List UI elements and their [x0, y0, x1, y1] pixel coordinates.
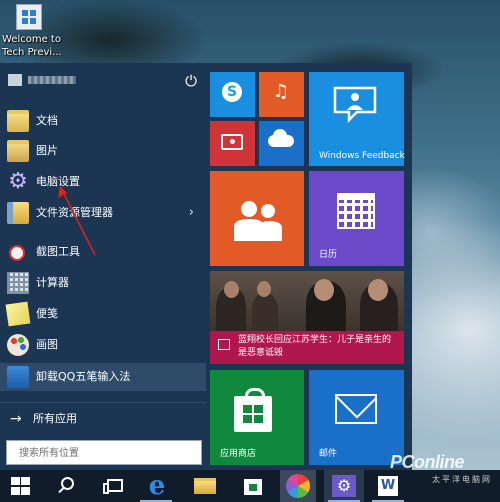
menu-item-calculator[interactable]: 计算器	[0, 269, 206, 297]
file-explorer-button[interactable]	[184, 470, 224, 502]
menu-item-paint[interactable]: 画图	[0, 331, 206, 359]
folder-icon	[194, 478, 216, 494]
menu-item-label: 文档	[36, 114, 58, 127]
menu-item-file-explorer[interactable]: 文件资源管理器 ›	[0, 199, 206, 227]
taskbar-search-button[interactable]	[48, 470, 88, 502]
menu-item-sticky-notes[interactable]: 便笺	[0, 300, 206, 328]
sticky-note-icon	[5, 301, 31, 327]
taskbar: e ⚙ W	[0, 470, 500, 502]
search-input[interactable]	[7, 442, 201, 465]
user-account[interactable]: ⏻	[0, 63, 206, 99]
welcome-app-icon	[16, 4, 42, 30]
face	[314, 279, 334, 301]
menu-item-label: 便笺	[36, 307, 58, 320]
avatar	[8, 74, 22, 86]
palette-icon	[7, 334, 29, 356]
start-menu: ⏻ 文档 图片 ⚙ 电脑设置 文件资源管理器 › 截图工具 计算器 便笺 画图 …	[0, 63, 412, 470]
tile-skype[interactable]: S	[210, 72, 255, 117]
watermark-subtitle: 太平洋电脑网	[432, 475, 492, 484]
tile-label: 应用商店	[220, 449, 257, 459]
start-button[interactable]	[0, 470, 42, 502]
photos-icon	[286, 474, 310, 498]
menu-item-label: 卸载QQ五笔输入法	[36, 370, 131, 383]
menu-item-snipping-tool[interactable]: 截图工具	[0, 238, 206, 266]
menu-item-uninstall-qq-wubi[interactable]: 卸载QQ五笔输入法	[0, 363, 206, 391]
menu-item-pc-settings[interactable]: ⚙ 电脑设置	[0, 168, 206, 196]
internet-explorer-button[interactable]: e	[136, 470, 176, 502]
gear-icon: ⚙	[8, 169, 28, 194]
store-icon	[244, 479, 262, 495]
tile-music[interactable]: ♫	[259, 72, 304, 117]
search-box[interactable]	[6, 440, 202, 465]
person-figure	[252, 293, 278, 331]
menu-item-label: 电脑设置	[36, 175, 80, 188]
news-photo	[210, 271, 404, 331]
tile-calendar[interactable]: 日历	[309, 171, 404, 266]
skype-icon: S	[222, 82, 242, 102]
face	[224, 281, 239, 298]
gear-icon: ⚙	[332, 475, 356, 497]
tile-windows-feedback[interactable]: Windows Feedback	[309, 72, 405, 166]
desktop-icon-label: Welcome to Tech Previ...	[2, 34, 62, 58]
video-icon	[221, 134, 243, 150]
windows-logo-icon	[11, 477, 30, 495]
face	[257, 281, 271, 297]
tile-mail[interactable]: 邮件	[309, 370, 404, 465]
internet-explorer-icon: e	[148, 471, 166, 501]
menu-item-label: 图片	[36, 144, 58, 157]
file-explorer-icon	[7, 202, 29, 224]
face	[368, 279, 388, 301]
store-button[interactable]	[232, 470, 272, 502]
tile-label: 邮件	[319, 449, 338, 459]
tile-news[interactable]: 蓝翔校长回应江苏学生：儿子是亲生的 是恶意诋毁	[210, 271, 404, 364]
photos-button[interactable]	[280, 470, 316, 502]
menu-item-documents[interactable]: 文档	[0, 107, 206, 135]
arrow-right-icon: →	[10, 411, 22, 427]
news-headline-bar: 蓝翔校长回应江苏学生：儿子是亲生的 是恶意诋毁	[210, 331, 404, 364]
folder-icon	[7, 110, 29, 132]
word-button[interactable]: W	[368, 470, 408, 502]
menu-item-label: 截图工具	[36, 245, 80, 258]
news-icon	[218, 339, 230, 350]
tile-store[interactable]: 应用商店	[210, 370, 304, 465]
divider	[0, 402, 206, 403]
mail-icon	[335, 394, 377, 424]
user-name-blurred	[28, 76, 76, 84]
headphones-icon: ♫	[272, 81, 290, 102]
cloud-icon	[268, 129, 294, 147]
menu-item-label: 计算器	[36, 276, 69, 289]
desktop-icon-welcome[interactable]: Welcome to Tech Previ...	[2, 4, 64, 59]
scissors-icon	[7, 241, 29, 263]
feedback-icon	[333, 86, 377, 124]
people-icon	[234, 201, 282, 241]
task-view-icon	[103, 479, 123, 494]
tile-label: Windows Feedback	[319, 151, 405, 161]
watermark-brand: PConline	[390, 452, 465, 472]
task-view-button[interactable]	[96, 470, 136, 502]
power-icon[interactable]: ⏻	[182, 72, 200, 90]
tile-label: 日历	[319, 250, 338, 260]
calendar-icon	[337, 193, 375, 229]
pictures-folder-icon	[7, 140, 29, 162]
start-menu-left-pane: ⏻ 文档 图片 ⚙ 电脑设置 文件资源管理器 › 截图工具 计算器 便笺 画图 …	[0, 63, 206, 470]
calculator-icon	[7, 272, 29, 294]
store-bag-icon	[234, 388, 272, 432]
menu-item-label: 画图	[36, 338, 58, 351]
chevron-right-icon[interactable]: ›	[189, 199, 194, 227]
menu-item-label: 文件资源管理器	[36, 206, 113, 219]
all-apps-label: 所有应用	[33, 412, 77, 425]
tile-onedrive[interactable]	[259, 121, 304, 166]
tile-video[interactable]	[210, 121, 255, 166]
settings-button[interactable]: ⚙	[324, 470, 364, 502]
search-icon	[61, 477, 74, 490]
uninstall-icon	[7, 366, 29, 388]
menu-item-pictures[interactable]: 图片	[0, 137, 206, 165]
word-icon: W	[378, 476, 398, 496]
tile-people[interactable]	[210, 171, 304, 266]
news-headline: 蓝翔校长回应江苏学生：儿子是亲生的 是恶意诋毁	[238, 335, 392, 358]
